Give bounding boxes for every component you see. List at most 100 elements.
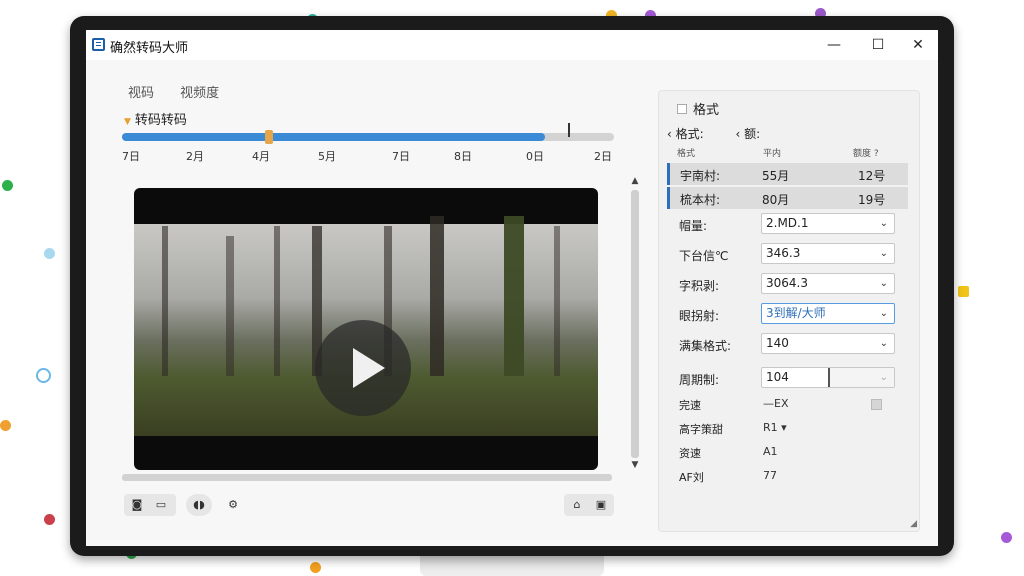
field-select[interactable]: 140 ⌄ <box>761 333 895 354</box>
maximize-button[interactable]: ☐ <box>864 34 892 56</box>
chevron-down-icon: ⌄ <box>879 338 888 349</box>
field-input-split[interactable]: 104 ⌄ <box>761 367 895 388</box>
grid-cell: 梳本村: <box>680 193 721 207</box>
confetti-dot <box>0 420 11 431</box>
tab-video[interactable]: 视码 <box>128 86 154 101</box>
vertical-scrollbar[interactable]: ▲ ▼ <box>629 176 641 474</box>
tick-label: 7日 <box>122 150 140 163</box>
chevron-left-icon[interactable]: ‹ <box>667 127 672 141</box>
scroll-up-icon[interactable]: ▲ <box>629 176 641 186</box>
tick-label: 7日 <box>392 150 410 163</box>
window-title: 确然转码大师 <box>110 41 189 56</box>
timeline-track[interactable] <box>122 130 614 144</box>
field-select[interactable]: 3064.3 ⌄ <box>761 273 895 294</box>
app-logo-icon <box>92 38 105 51</box>
format-panel: 格式 ‹ 格式: ‹ 额: 格式 平内 额度 ? 宇南村: 55月 12号 梳本… <box>658 90 920 532</box>
field-select[interactable]: 346.3 ⌄ <box>761 243 895 264</box>
timeline-ticks: 7日 2月 4月 5月 7日 8日 0日 2日 <box>122 148 622 164</box>
checkbox[interactable] <box>677 104 687 114</box>
prop-value: A1 <box>763 445 778 458</box>
confetti-dot <box>1001 532 1012 543</box>
tick-label: 0日 <box>526 150 544 163</box>
field-label: 帽量: <box>679 219 708 233</box>
tick-label: 2日 <box>594 150 612 163</box>
title-bar: 确然转码大师 — ☐ ✕ <box>86 30 938 60</box>
resize-grip-icon[interactable]: ◢ <box>910 519 917 529</box>
field-select-active[interactable]: 3到解/大师 ⌄ <box>761 303 895 324</box>
sub-left-label: 格式: <box>675 127 704 141</box>
chevron-down-icon: ⌄ <box>879 278 888 289</box>
chevron-down-icon: ⌄ <box>879 218 888 229</box>
video-preview[interactable] <box>134 188 598 470</box>
chevron-down-icon: ⌄ <box>879 308 888 319</box>
toggle-box[interactable] <box>871 399 882 410</box>
tree-trunk <box>162 226 168 376</box>
grid-header: 格式 平内 额度 ? <box>667 145 907 159</box>
grid-cell: 宇南村: <box>680 169 721 183</box>
confetti-dot <box>2 180 13 191</box>
tree-trunk <box>554 226 560 376</box>
field-label: 满集格式: <box>679 339 732 353</box>
left-toolbar-group: ◙ ▭ <box>124 494 176 516</box>
prop-label: AF刘 <box>679 471 704 484</box>
subtitle-icon[interactable]: ▭ <box>152 497 170 513</box>
field-label: 下台信℃ <box>679 249 729 263</box>
confetti-dot <box>44 248 55 259</box>
close-button[interactable]: ✕ <box>904 34 932 56</box>
timeline-handle[interactable] <box>264 130 273 144</box>
grid-header-cell: 格式 <box>677 149 696 159</box>
app-window: 确然转码大师 — ☐ ✕ 视码 视频度 ▼ 转码转码 7日 2月 4月 5月 7日… <box>86 30 938 546</box>
tick-label: 5月 <box>318 150 336 163</box>
tree-trunk <box>274 226 280 376</box>
tree-trunk <box>226 236 234 376</box>
export-icon[interactable]: ⌂ <box>568 497 586 513</box>
grid-row[interactable]: 宇南村: 55月 12号 <box>667 163 908 185</box>
grid-cell: 80月 <box>762 193 790 207</box>
tab-video-quality[interactable]: 视频度 <box>180 86 219 101</box>
play-icon[interactable] <box>315 320 411 416</box>
minimize-button[interactable]: — <box>820 34 848 56</box>
prop-row: 完速 —EX <box>679 395 899 413</box>
forest-scene <box>134 216 598 436</box>
section-header[interactable]: ▼ 转码转码 <box>124 109 187 128</box>
tree-trunk <box>504 216 524 376</box>
field-select[interactable]: 2.MD.1 ⌄ <box>761 213 895 234</box>
prop-value[interactable]: R1 ▾ <box>763 421 823 434</box>
scroll-down-icon[interactable]: ▼ <box>629 460 641 470</box>
chevron-left-icon[interactable]: ‹ <box>736 127 741 141</box>
tree-trunk <box>430 216 444 376</box>
field-label: 字积剥: <box>679 279 720 293</box>
playhead-marker[interactable] <box>568 123 570 137</box>
grid-header-cell: 平内 <box>763 149 782 159</box>
grid-cell: 12号 <box>858 169 886 183</box>
right-toolbar-group: ⌂ ▣ <box>564 494 614 516</box>
tick-label: 8日 <box>454 150 472 163</box>
tick-label: 2月 <box>186 150 204 163</box>
settings-button[interactable]: ⚙ <box>220 494 246 516</box>
camera-icon[interactable]: ◙ <box>128 497 146 513</box>
snapshot-icon[interactable]: ▣ <box>592 497 610 513</box>
prop-label: 资速 <box>679 447 701 460</box>
confetti-dot <box>44 514 55 525</box>
timeline-progress <box>122 133 546 141</box>
grid-row[interactable]: 梳本村: 80月 19号 <box>667 187 908 209</box>
caret-down-icon: ▼ <box>124 117 131 127</box>
sub-right-label: 额: <box>744 127 761 141</box>
tick-label: 4月 <box>252 150 270 163</box>
field-label: 眼拐射: <box>679 309 720 323</box>
field-label: 周期制: <box>679 373 720 387</box>
chevron-down-icon: ⌄ <box>879 372 888 383</box>
horizontal-scrollbar[interactable] <box>122 474 612 481</box>
prop-label: 高字策甜 <box>679 423 723 436</box>
settings-gear-icon: ⚙ <box>228 498 238 511</box>
monitor-bezel: 确然转码大师 — ☐ ✕ 视码 视频度 ▼ 转码转码 7日 2月 4月 5月 7日… <box>70 16 954 556</box>
chevron-down-icon: ⌄ <box>879 248 888 259</box>
grid-cell: 19号 <box>858 193 886 207</box>
tab-bar: 视码 视频度 <box>128 82 241 101</box>
panel-title: 格式 <box>677 99 719 118</box>
audio-button[interactable]: ◖◗ <box>186 494 212 516</box>
confetti-dot <box>958 286 969 297</box>
confetti-dot <box>36 368 51 383</box>
scroll-thumb[interactable] <box>631 190 639 458</box>
audio-icon: ◖◗ <box>193 498 205 511</box>
